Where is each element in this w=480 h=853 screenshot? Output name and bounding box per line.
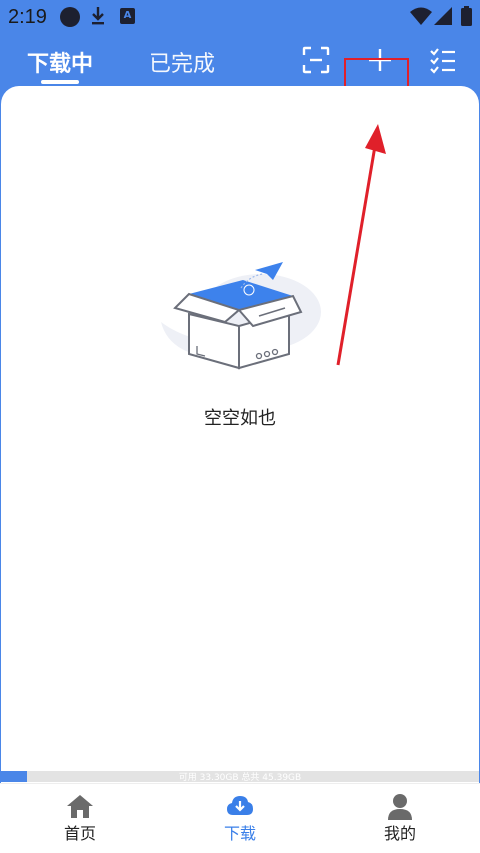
app-screen: 2:19 A 下载中 已完成 空空如也 可用 33.30GB 总共 45.39G… xyxy=(0,0,480,853)
status-time: 2:19 xyxy=(8,6,47,28)
download-list-area[interactable]: 空空如也 xyxy=(1,86,479,783)
battery-icon xyxy=(461,6,472,26)
empty-state-text: 空空如也 xyxy=(204,408,276,429)
download-icon xyxy=(92,7,104,25)
scan-icon[interactable] xyxy=(300,44,332,76)
text-a-icon: A xyxy=(120,8,135,24)
nav-label-mine: 我的 xyxy=(383,824,416,843)
nav-label-home: 首页 xyxy=(63,824,96,843)
checklist-icon[interactable] xyxy=(427,44,459,76)
home-icon xyxy=(67,795,93,818)
nav-item-download[interactable]: 下载 xyxy=(160,784,320,853)
bottom-navigation: 首页 下载 我的 xyxy=(0,783,480,853)
annotation-arrow xyxy=(336,124,386,366)
top-header: 下载中 已完成 xyxy=(0,34,480,131)
nav-item-mine[interactable]: 我的 xyxy=(320,784,480,853)
nav-label-download: 下载 xyxy=(223,824,256,843)
user-icon xyxy=(388,794,412,820)
nav-item-home[interactable]: 首页 xyxy=(0,784,160,853)
tab-downloading[interactable]: 下载中 xyxy=(27,46,93,78)
storage-usage-bar: 可用 33.30GB 总共 45.39GB xyxy=(1,771,479,783)
empty-box-icon xyxy=(161,262,321,370)
storage-usage-text: 可用 33.30GB 总共 45.39GB xyxy=(178,773,302,783)
signal-icon xyxy=(434,7,452,25)
active-tab-indicator xyxy=(41,80,79,84)
cloud-download-icon xyxy=(227,796,253,815)
status-bar: 2:19 A xyxy=(0,0,480,34)
wifi-icon xyxy=(410,7,432,25)
notification-dot-icon xyxy=(60,7,80,27)
tab-completed[interactable]: 已完成 xyxy=(149,46,215,78)
